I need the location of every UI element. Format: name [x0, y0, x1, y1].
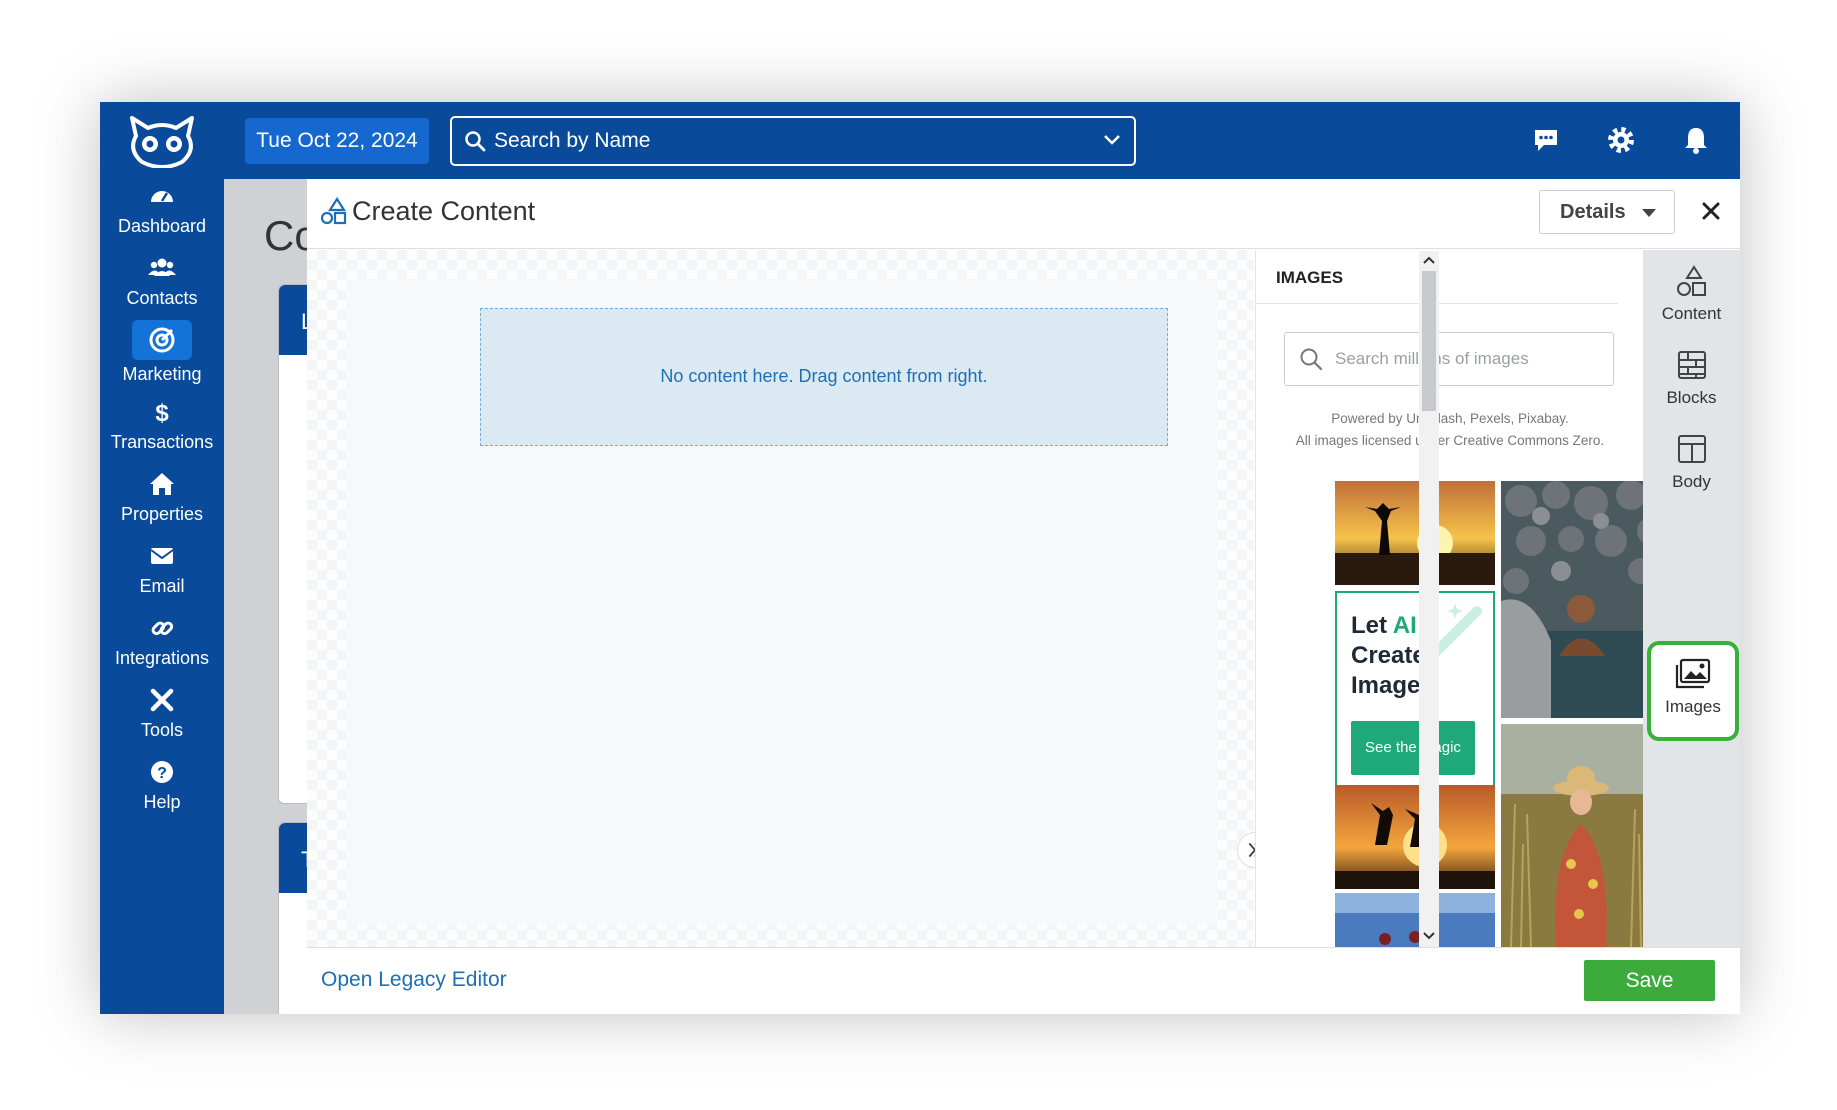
content-drop-zone[interactable]: No content here. Drag content from right… — [480, 308, 1168, 446]
boy-in-river-image — [1501, 481, 1661, 718]
sidebar-item-marketing[interactable]: Marketing — [100, 320, 224, 398]
search-icon — [1300, 348, 1323, 371]
sidebar-item-label: Marketing — [122, 364, 202, 384]
save-button[interactable]: Save — [1584, 960, 1715, 1001]
modal-header: Create Content Details — [307, 179, 1740, 249]
stock-image-woman-in-field[interactable] — [1501, 724, 1661, 947]
sidebar-item-integrations[interactable]: Integrations — [100, 614, 224, 692]
scroll-up-arrow-icon[interactable] — [1422, 255, 1436, 265]
envelope-icon — [150, 548, 174, 564]
stock-image-sunset-silhouette[interactable] — [1335, 481, 1495, 585]
help-icon: ? — [151, 761, 173, 783]
editor-canvas: No content here. Drag content from right… — [307, 250, 1254, 1014]
contacts-icon — [148, 258, 176, 276]
sidebar-item-tools[interactable]: Tools — [100, 686, 224, 764]
sidebar-item-transactions[interactable]: $ Transactions — [100, 398, 224, 476]
date-display[interactable]: Tue Oct 22, 2024 — [245, 118, 429, 164]
ai-title-let: Let — [1351, 612, 1387, 639]
marketing-active-highlight — [132, 320, 192, 360]
owl-logo-icon[interactable] — [126, 114, 198, 168]
search-icon — [465, 131, 486, 152]
home-icon — [150, 473, 174, 495]
ai-title-create: Create — [1351, 642, 1426, 669]
sidebar-item-label: Tools — [140, 720, 184, 740]
sidebar-item-email[interactable]: Email — [100, 542, 224, 620]
shapes-icon — [1676, 265, 1706, 296]
top-bar: Tue Oct 22, 2024 Search by Name — [224, 102, 1740, 179]
rail-item-content[interactable]: Content — [1643, 250, 1740, 346]
svg-text:$: $ — [155, 400, 169, 426]
scroll-down-arrow-icon[interactable] — [1422, 931, 1436, 941]
sidebar-item-label: Transactions — [110, 432, 214, 452]
create-content-modal: Create Content Details No content here. … — [307, 179, 1740, 1014]
sidebar: Dashboard Contacts Marketing $ Transacti… — [100, 102, 224, 1014]
rail-item-body[interactable]: Body — [1643, 418, 1740, 514]
sidebar-item-properties[interactable]: Properties — [100, 470, 224, 548]
sidebar-item-label: Contacts — [126, 288, 198, 308]
rail-item-label: Images — [1665, 697, 1721, 716]
chat-icon[interactable] — [1530, 124, 1562, 156]
credit-line-1: Powered by Unsplash, Pexels, Pixabay. — [1331, 411, 1569, 426]
sidebar-item-label: Dashboard — [117, 216, 207, 236]
sidebar-item-label: Email — [139, 576, 185, 596]
sunset-silhouette-image — [1335, 481, 1495, 585]
chevron-down-icon — [1104, 135, 1120, 145]
canvas-body[interactable]: No content here. Drag content from right… — [348, 279, 1216, 924]
images-panel-heading: IMAGES — [1276, 268, 1344, 287]
editor-right-rail: Content Blocks Body Images — [1643, 250, 1740, 947]
sidebar-item-help[interactable]: ? Help — [100, 758, 224, 836]
gear-icon[interactable] — [1605, 124, 1637, 156]
search-by-name-label: Search by Name — [494, 129, 651, 152]
sidebar-item-label: Integrations — [114, 648, 210, 668]
modal-footer: Open Legacy Editor Save — [307, 947, 1740, 1014]
details-label: Details — [1560, 201, 1626, 223]
details-dropdown-button[interactable]: Details — [1539, 190, 1675, 234]
sidebar-item-label: Help — [143, 792, 181, 812]
layout-icon — [1677, 435, 1706, 463]
open-legacy-editor-link[interactable]: Open Legacy Editor — [321, 968, 507, 992]
search-by-name-select[interactable]: Search by Name — [450, 116, 1136, 166]
image-search-input[interactable]: Search millions of images — [1284, 332, 1614, 386]
woman-in-field-image — [1501, 724, 1661, 947]
ai-images-promo-card: Let AI Create Images See the Magic — [1335, 591, 1495, 787]
bell-icon[interactable] — [1680, 124, 1712, 156]
stock-image-sky-partial[interactable] — [1335, 893, 1495, 947]
caret-down-icon — [1642, 209, 1656, 217]
image-gallery-icon — [1675, 658, 1711, 689]
credit-line-2: All images licensed under Creative Commo… — [1295, 433, 1605, 448]
sky-people-image — [1335, 893, 1495, 947]
tools-icon — [150, 688, 174, 712]
close-icon[interactable] — [1697, 197, 1725, 225]
see-the-magic-button[interactable]: See the Magic — [1351, 721, 1475, 775]
sidebar-item-dashboard[interactable]: Dashboard — [100, 182, 224, 260]
link-icon — [151, 621, 174, 636]
shapes-icon — [320, 197, 347, 225]
svg-text:?: ? — [157, 765, 167, 782]
app-window: Dashboard Contacts Marketing $ Transacti… — [100, 102, 1740, 1014]
images-scroll-thumb[interactable] — [1422, 271, 1436, 411]
rail-item-label: Blocks — [1666, 388, 1717, 407]
rail-item-label: Body — [1672, 472, 1711, 491]
ai-title-ai: AI — [1392, 612, 1417, 639]
dashboard-icon — [151, 191, 173, 202]
blocks-grid-icon — [1677, 351, 1706, 379]
modal-title: Create Content — [352, 196, 536, 226]
image-source-credit: Powered by Unsplash, Pexels, Pixabay. Al… — [1280, 408, 1620, 452]
rail-item-blocks[interactable]: Blocks — [1643, 334, 1740, 430]
jumping-people-sunset-image — [1335, 785, 1495, 889]
stock-image-boy-in-river[interactable] — [1501, 481, 1661, 718]
sidebar-item-label: Properties — [120, 504, 204, 524]
rail-item-label: Content — [1661, 304, 1722, 323]
dollar-icon: $ — [155, 400, 169, 426]
marketing-icon — [149, 327, 175, 353]
rail-item-images[interactable]: Images — [1647, 641, 1739, 741]
stock-image-jumping-sunset[interactable] — [1335, 785, 1495, 889]
